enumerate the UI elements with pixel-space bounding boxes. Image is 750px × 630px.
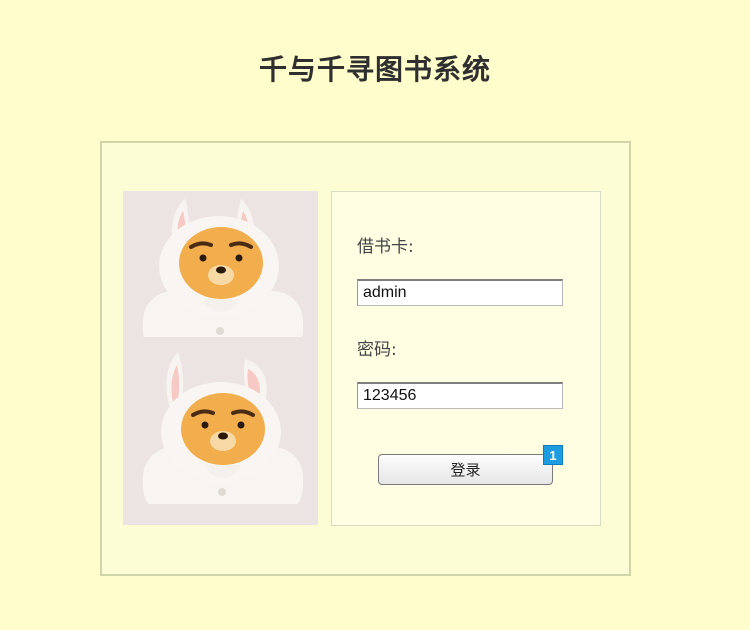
bunny-costume-bear-icon — [123, 191, 318, 358]
library-card-input[interactable] — [357, 279, 563, 306]
button-badge: 1 — [543, 445, 563, 465]
password-input[interactable] — [357, 382, 563, 409]
login-container: 借书卡: 密码: 登录 1 — [100, 141, 631, 576]
library-card-label: 借书卡: — [357, 237, 414, 257]
page-title: 千与千寻图书系统 — [258, 53, 491, 86]
illustration-image — [123, 191, 318, 525]
bunny-costume-bear-icon — [123, 337, 318, 504]
login-button[interactable]: 登录 — [378, 454, 553, 485]
password-label: 密码: — [357, 340, 397, 360]
login-form-panel: 借书卡: 密码: 登录 1 — [331, 191, 601, 526]
